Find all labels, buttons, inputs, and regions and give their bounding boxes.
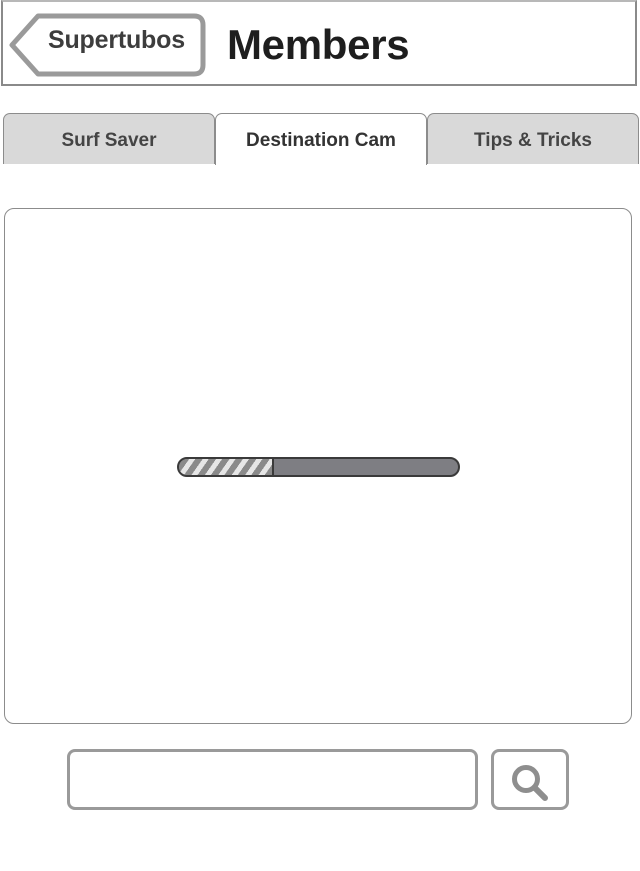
tab-surf-saver[interactable]: Surf Saver xyxy=(3,113,215,164)
loading-progress-fill xyxy=(179,459,274,475)
tab-destination-cam[interactable]: Destination Cam xyxy=(215,113,427,165)
tab-label: Tips & Tricks xyxy=(474,130,592,151)
header-bar: Supertubos Members xyxy=(1,0,637,86)
back-button[interactable]: Supertubos xyxy=(8,13,206,77)
search-button[interactable] xyxy=(491,749,569,810)
page-title: Members xyxy=(227,21,410,68)
back-button-label: Supertubos xyxy=(48,26,185,54)
destination-cam-panel xyxy=(4,208,632,724)
loading-progress-bar xyxy=(177,457,460,477)
tab-label: Surf Saver xyxy=(61,130,157,151)
search-icon xyxy=(512,765,548,801)
tab-tips-tricks[interactable]: Tips & Tricks xyxy=(427,113,639,164)
search-input[interactable] xyxy=(67,749,478,810)
tab-bar: Surf Saver Destination Cam Tips & Tricks xyxy=(3,113,639,165)
tab-label: Destination Cam xyxy=(246,130,396,151)
